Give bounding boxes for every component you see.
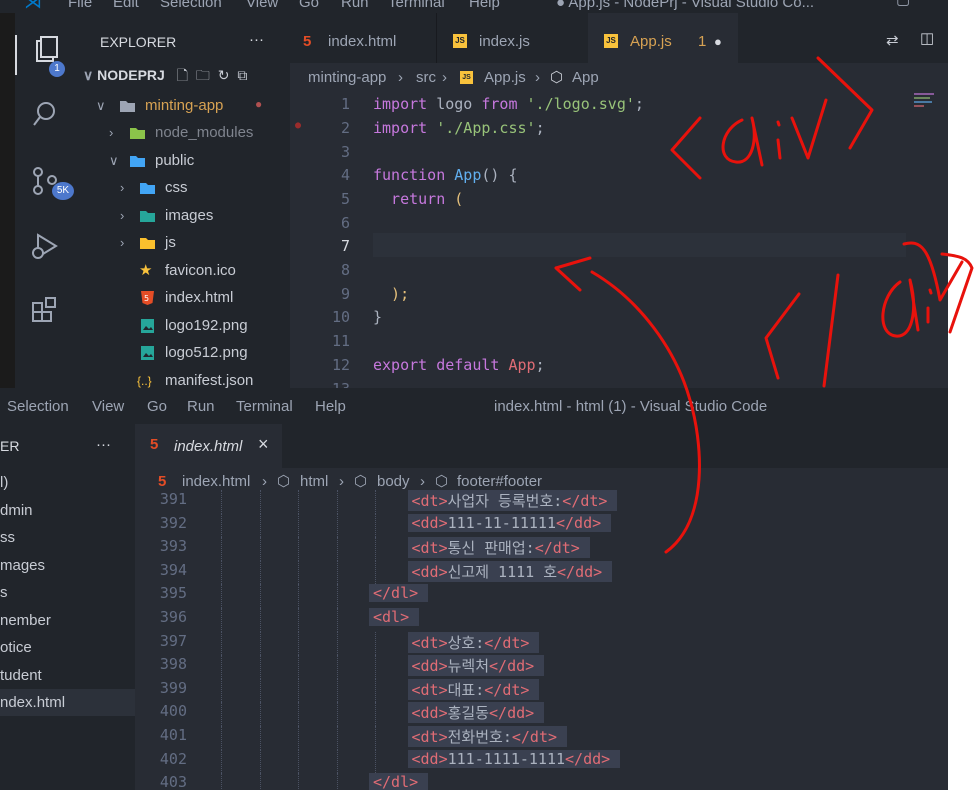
ink-arrow-head	[554, 256, 592, 292]
ink-letter-d	[721, 116, 764, 167]
ink-letter-i-dot-2	[928, 288, 933, 295]
ink-slash-bracket	[764, 292, 801, 380]
ink-slash	[822, 273, 840, 388]
handwritten-annotations	[554, 56, 974, 554]
ink-letter-d-2	[881, 278, 920, 338]
ink-letter-v	[790, 98, 828, 160]
ink-letter-i	[776, 138, 782, 160]
ink-arrow-line	[590, 270, 701, 554]
ink-closing-bracket-2	[940, 252, 974, 334]
ink-letter-i-dot	[776, 120, 781, 127]
ink-angle-bracket	[670, 116, 702, 180]
